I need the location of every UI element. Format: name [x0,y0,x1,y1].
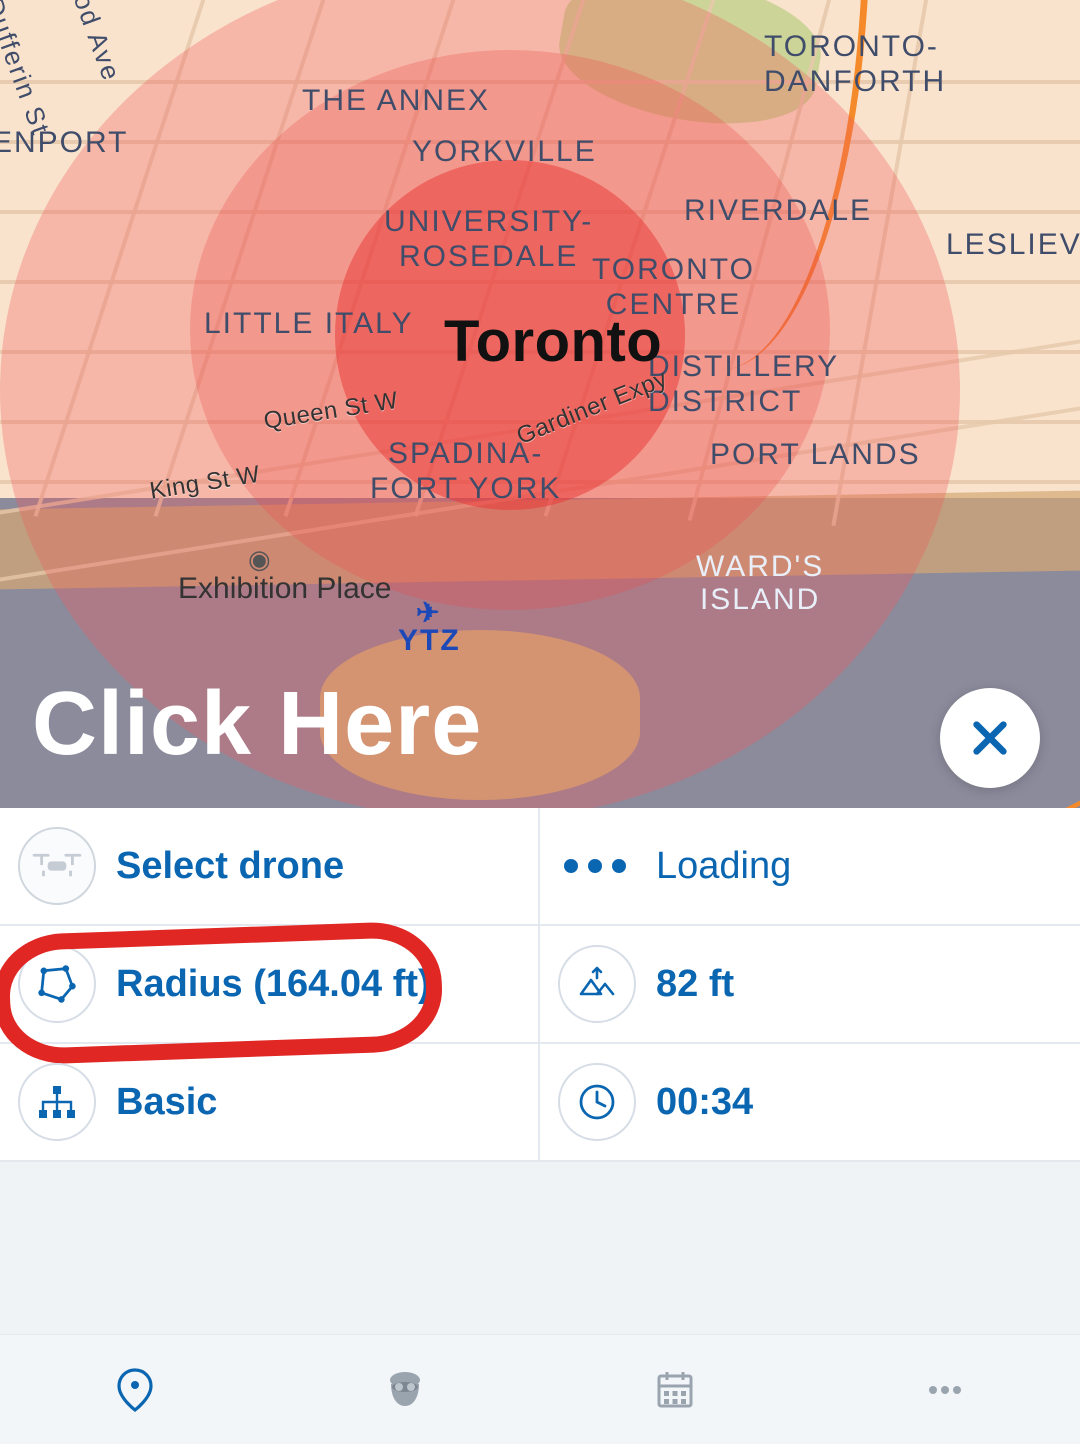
radius-icon [18,945,96,1023]
label-wards-island: WARD'S ISLAND [696,550,824,616]
label-port-lands: PORT LANDS [710,438,921,473]
map-city-label: Toronto [444,308,662,375]
loading-dots-icon [564,859,626,873]
loading-label: Loading [656,845,791,888]
altitude-row[interactable]: 82 ft [540,926,1080,1044]
duration-value: 00:34 [656,1081,753,1124]
nav-map[interactable] [107,1362,163,1418]
label-yorkville: YORKVILLE [412,135,597,170]
calendar-icon [651,1366,699,1414]
label-davenport: ENPORT [0,126,128,161]
radius-row[interactable]: Radius (164.04 ft) [0,926,540,1044]
nav-pilot[interactable] [377,1362,433,1418]
map-area[interactable]: Dufferin St od Ave ENPORT THE ANNEX YORK… [0,0,1080,808]
plan-label: Basic [116,1081,217,1124]
label-university-rosedale: UNIVERSITY- ROSEDALE [384,205,593,274]
bottom-nav [0,1334,1080,1444]
drone-icon [18,827,96,905]
label-annex: THE ANNEX [302,84,490,119]
label-toronto-danforth: TORONTO- DANFORTH [764,30,946,99]
sitemap-icon [18,1063,96,1141]
map-pin-icon [111,1366,159,1414]
nav-calendar[interactable] [647,1362,703,1418]
label-distillery: DISTILLERY DISTRICT [648,350,839,419]
duration-row[interactable]: 00:34 [540,1044,1080,1162]
select-drone-row[interactable]: Select drone [0,808,540,926]
label-spadina-fortyork: SPADINA- FORT YORK [370,437,561,506]
close-button[interactable] [940,688,1040,788]
more-dots-icon [921,1366,969,1414]
landmark-icon: ◉ [248,544,271,575]
pilot-icon [381,1366,429,1414]
clock-icon [558,1063,636,1141]
overlay-click-here: Click Here [32,673,482,776]
altitude-icon [558,945,636,1023]
loading-row[interactable]: Loading [540,808,1080,926]
plan-row[interactable]: Basic [0,1044,540,1162]
label-riverdale: RIVERDALE [684,194,872,229]
airport-code: YTZ [398,624,461,658]
altitude-value: 82 ft [656,963,734,1006]
label-exhibition: Exhibition Place [178,572,391,606]
label-leslievi: LESLIEVI [946,228,1080,263]
nav-more[interactable] [917,1362,973,1418]
select-drone-label: Select drone [116,845,344,888]
close-icon [967,715,1013,761]
label-little-italy: LITTLE ITALY [204,307,414,342]
flight-settings-panel: Select drone Loading Radius (164.04 ft) … [0,808,1080,1162]
radius-label: Radius (164.04 ft) [116,963,431,1006]
